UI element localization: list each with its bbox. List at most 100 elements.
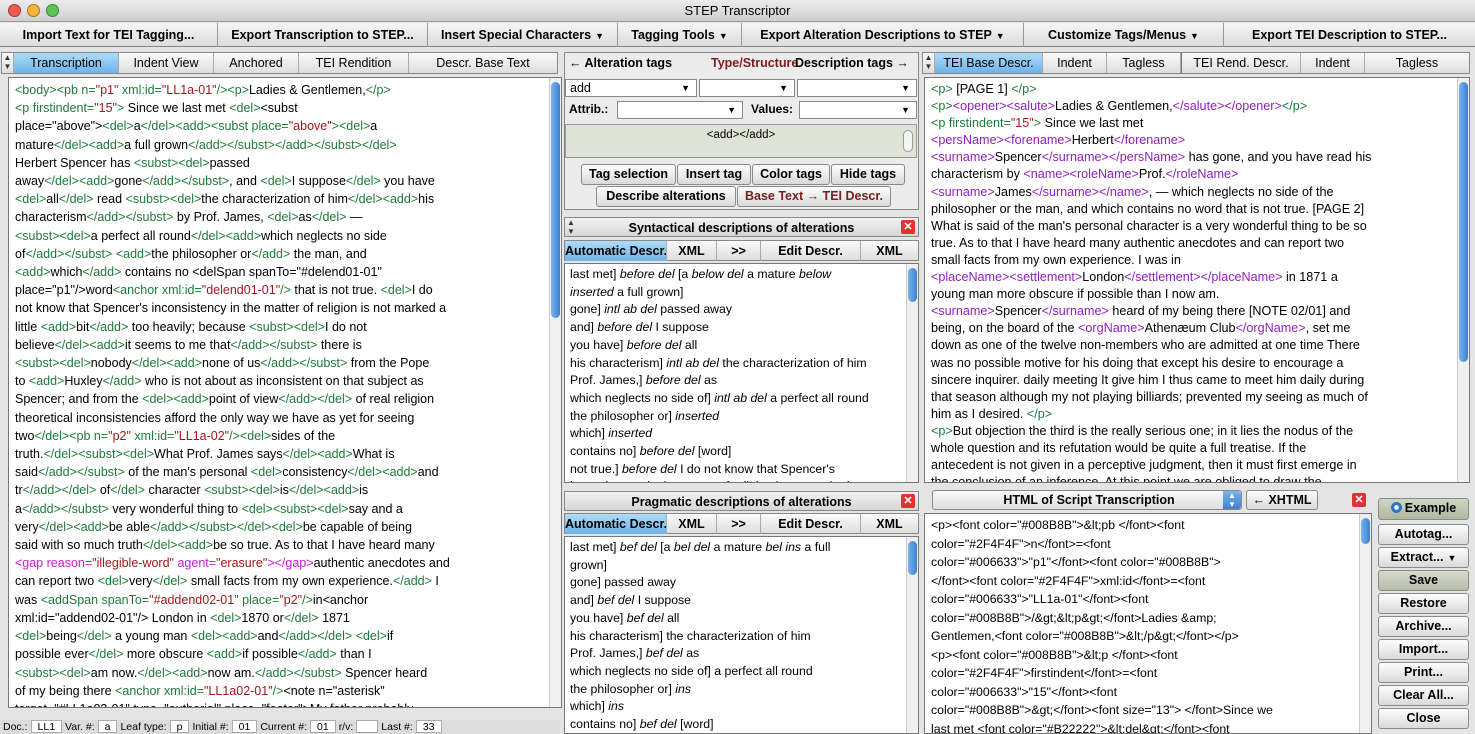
autotag-button[interactable]: Autotag... bbox=[1378, 524, 1469, 545]
leaf-type-value[interactable]: p bbox=[169, 720, 190, 733]
text-line: color="#006633">"LL1a-01"</font><font bbox=[931, 592, 1149, 606]
attrib-select[interactable]: ▼ bbox=[617, 101, 743, 119]
menu-import-text[interactable]: Import Text for TEI Tagging... bbox=[0, 23, 218, 47]
rv-value[interactable] bbox=[356, 720, 379, 733]
pragmatic-tab-forward[interactable]: >> bbox=[717, 514, 761, 534]
tab-tei-rend-tagless[interactable]: Tagless bbox=[1365, 53, 1469, 73]
var-value[interactable]: a bbox=[97, 720, 118, 733]
tab-tei-rendition[interactable]: TEI Rendition bbox=[299, 53, 409, 73]
syntactical-tab-edit[interactable]: Edit Descr. bbox=[761, 241, 861, 261]
print-button[interactable]: Print... bbox=[1378, 662, 1469, 683]
pragmatic-tab-edit[interactable]: Edit Descr. bbox=[761, 514, 861, 534]
tag-select[interactable]: add ▼ bbox=[565, 79, 697, 97]
tag-selection-button[interactable]: Tag selection bbox=[581, 164, 676, 185]
initial-value[interactable]: 01 bbox=[231, 720, 258, 733]
syntactical-tab-auto[interactable]: Automatic Descr. bbox=[565, 241, 667, 261]
pragmatic-descriptions[interactable]: last met] bef del [a bel del a mature be… bbox=[564, 536, 919, 734]
preview-scroll[interactable] bbox=[903, 130, 913, 152]
values-select[interactable]: ▼ bbox=[799, 101, 917, 119]
pragmatic-tab-xml-2[interactable]: XML bbox=[861, 514, 918, 534]
insert-tag-button[interactable]: Insert tag bbox=[677, 164, 751, 185]
close-icon[interactable]: ✕ bbox=[901, 494, 915, 508]
tab-tei-base-descr[interactable]: TEI Base Descr. bbox=[935, 53, 1043, 73]
tag-preview-field[interactable]: <add></add> bbox=[565, 124, 917, 158]
scroll-thumb[interactable] bbox=[1361, 518, 1370, 544]
syntactical-scrollbar[interactable] bbox=[906, 264, 918, 482]
pragmatic-scrollbar[interactable] bbox=[906, 537, 918, 733]
hide-tags-button[interactable]: Hide tags bbox=[831, 164, 905, 185]
archive-button[interactable]: Archive... bbox=[1378, 616, 1469, 637]
transcription-editor[interactable]: <body><pb n="p1" xml:id="LL1a-01"/><p>La… bbox=[8, 77, 562, 708]
type-select[interactable]: ▼ bbox=[699, 79, 795, 97]
syntactical-stepper[interactable]: ▲ ▼ bbox=[565, 218, 577, 236]
scroll-thumb[interactable] bbox=[551, 82, 560, 318]
menu-tagging-tools[interactable]: Tagging Tools ▼ bbox=[618, 23, 742, 47]
color-tags-button[interactable]: Color tags bbox=[752, 164, 830, 185]
transcription-text[interactable]: <body><pb n="p1" xml:id="LL1a-01"/><p>La… bbox=[9, 78, 561, 707]
doc-value[interactable]: LL1 bbox=[30, 720, 63, 733]
syntactical-tab-xml[interactable]: XML bbox=[667, 241, 717, 261]
tab-tei-tagless[interactable]: Tagless bbox=[1107, 53, 1181, 73]
tab-indent-view[interactable]: Indent View bbox=[119, 53, 214, 73]
leaf-type-label: Leaf type: bbox=[120, 721, 167, 733]
menu-export-transcription[interactable]: Export Transcription to STEP... bbox=[218, 23, 428, 47]
current-value[interactable]: 01 bbox=[310, 720, 336, 733]
html-code-text[interactable]: <p><font color="#008B8B">&lt;pb </font><… bbox=[925, 514, 1371, 733]
example-radio[interactable]: Example bbox=[1378, 498, 1469, 520]
base-text-to-tei-button[interactable]: Base Text → TEI Descr. bbox=[737, 186, 891, 207]
zoom-window-icon[interactable] bbox=[46, 4, 59, 17]
text-line: which neglects no side of] a perfect all… bbox=[570, 663, 813, 678]
html-code-panel[interactable]: <p><font color="#008B8B">&lt;pb </font><… bbox=[924, 513, 1372, 734]
pragmatic-text[interactable]: last met] bef del [a bel del a mature be… bbox=[565, 537, 918, 733]
syntactical-descriptions[interactable]: last met] before del [a below del a matu… bbox=[564, 263, 919, 483]
tab-descr-base-text[interactable]: Descr. Base Text bbox=[409, 53, 557, 73]
tei-text[interactable]: <p> [PAGE 1] </p> <p><opener><salute>Ladi… bbox=[925, 78, 1469, 482]
close-icon[interactable]: ✕ bbox=[1352, 493, 1366, 507]
scroll-thumb[interactable] bbox=[1459, 82, 1468, 362]
syntactical-tab-xml-2[interactable]: XML bbox=[861, 241, 918, 261]
clear-all-button[interactable]: Clear All... bbox=[1378, 685, 1469, 706]
close-window-icon[interactable] bbox=[8, 4, 21, 17]
scroll-thumb[interactable] bbox=[908, 268, 917, 302]
import-button[interactable]: Import... bbox=[1378, 639, 1469, 660]
scroll-thumb[interactable] bbox=[908, 541, 917, 575]
tab-tei-rend-descr[interactable]: TEI Rend. Descr. bbox=[1181, 53, 1301, 73]
save-button[interactable]: Save bbox=[1378, 570, 1469, 591]
pragmatic-tab-auto[interactable]: Automatic Descr. bbox=[565, 514, 667, 534]
describe-alterations-button[interactable]: Describe alterations bbox=[596, 186, 736, 207]
tab-scroll-stepper[interactable]: ▲ ▼ bbox=[2, 53, 14, 73]
description-select[interactable]: ▼ bbox=[797, 79, 917, 97]
tab-transcription[interactable]: Transcription bbox=[14, 53, 119, 73]
transcription-scrollbar[interactable] bbox=[549, 78, 561, 707]
syntactical-tab-forward[interactable]: >> bbox=[717, 241, 761, 261]
extract-menu-button[interactable]: Extract... ▼ bbox=[1378, 547, 1469, 568]
syntactical-text[interactable]: last met] before del [a below del a matu… bbox=[565, 264, 918, 482]
tab-tei-rend-indent[interactable]: Indent bbox=[1301, 53, 1365, 73]
restore-button[interactable]: Restore bbox=[1378, 593, 1469, 614]
tab-tei-indent[interactable]: Indent bbox=[1043, 53, 1107, 73]
tei-description-panel[interactable]: <p> [PAGE 1] </p> <p><opener><salute>Ladi… bbox=[924, 77, 1470, 483]
text-line: color="#008B8B">/&gt;&lt;p&gt;</font>Lad… bbox=[931, 610, 1217, 625]
close-icon[interactable]: ✕ bbox=[901, 220, 915, 234]
text-line: color="#006633">"15"</font><font bbox=[931, 684, 1118, 699]
menu-customize-tags[interactable]: Customize Tags/Menus ▼ bbox=[1024, 23, 1224, 47]
close-button[interactable]: Close bbox=[1378, 708, 1469, 729]
text-line: whole question and its refutation would … bbox=[931, 440, 1307, 455]
type-structure-label: Type/Structure bbox=[711, 56, 799, 70]
text-line: Gentlemen,<font color="#008B8B">&lt;/p&g… bbox=[931, 629, 1239, 643]
menu-insert-special-characters[interactable]: Insert Special Characters ▼ bbox=[428, 23, 618, 47]
pragmatic-tab-xml[interactable]: XML bbox=[667, 514, 717, 534]
html-view-select[interactable]: HTML of Script Transcription ▲ ▼ bbox=[932, 490, 1242, 510]
text-line: being, on the board of the <orgName>Athe… bbox=[931, 321, 1351, 336]
menu-export-alteration-descriptions[interactable]: Export Alteration Descriptions to STEP ▼ bbox=[742, 23, 1024, 47]
minimize-window-icon[interactable] bbox=[27, 4, 40, 17]
tei-tab-stepper[interactable]: ▲ ▼ bbox=[923, 53, 935, 73]
menu-export-tei-description[interactable]: Export TEI Description to STEP... bbox=[1224, 23, 1475, 47]
last-value[interactable]: 33 bbox=[415, 720, 442, 733]
tei-scrollbar[interactable] bbox=[1457, 78, 1469, 482]
xhtml-button[interactable]: ← XHTML bbox=[1246, 490, 1318, 510]
html-scrollbar[interactable] bbox=[1359, 514, 1371, 733]
text-line: was no possible motive for his doing tha… bbox=[931, 355, 1344, 370]
tab-anchored[interactable]: Anchored bbox=[214, 53, 299, 73]
text-line: last met] before del [a below del a matu… bbox=[570, 267, 832, 281]
